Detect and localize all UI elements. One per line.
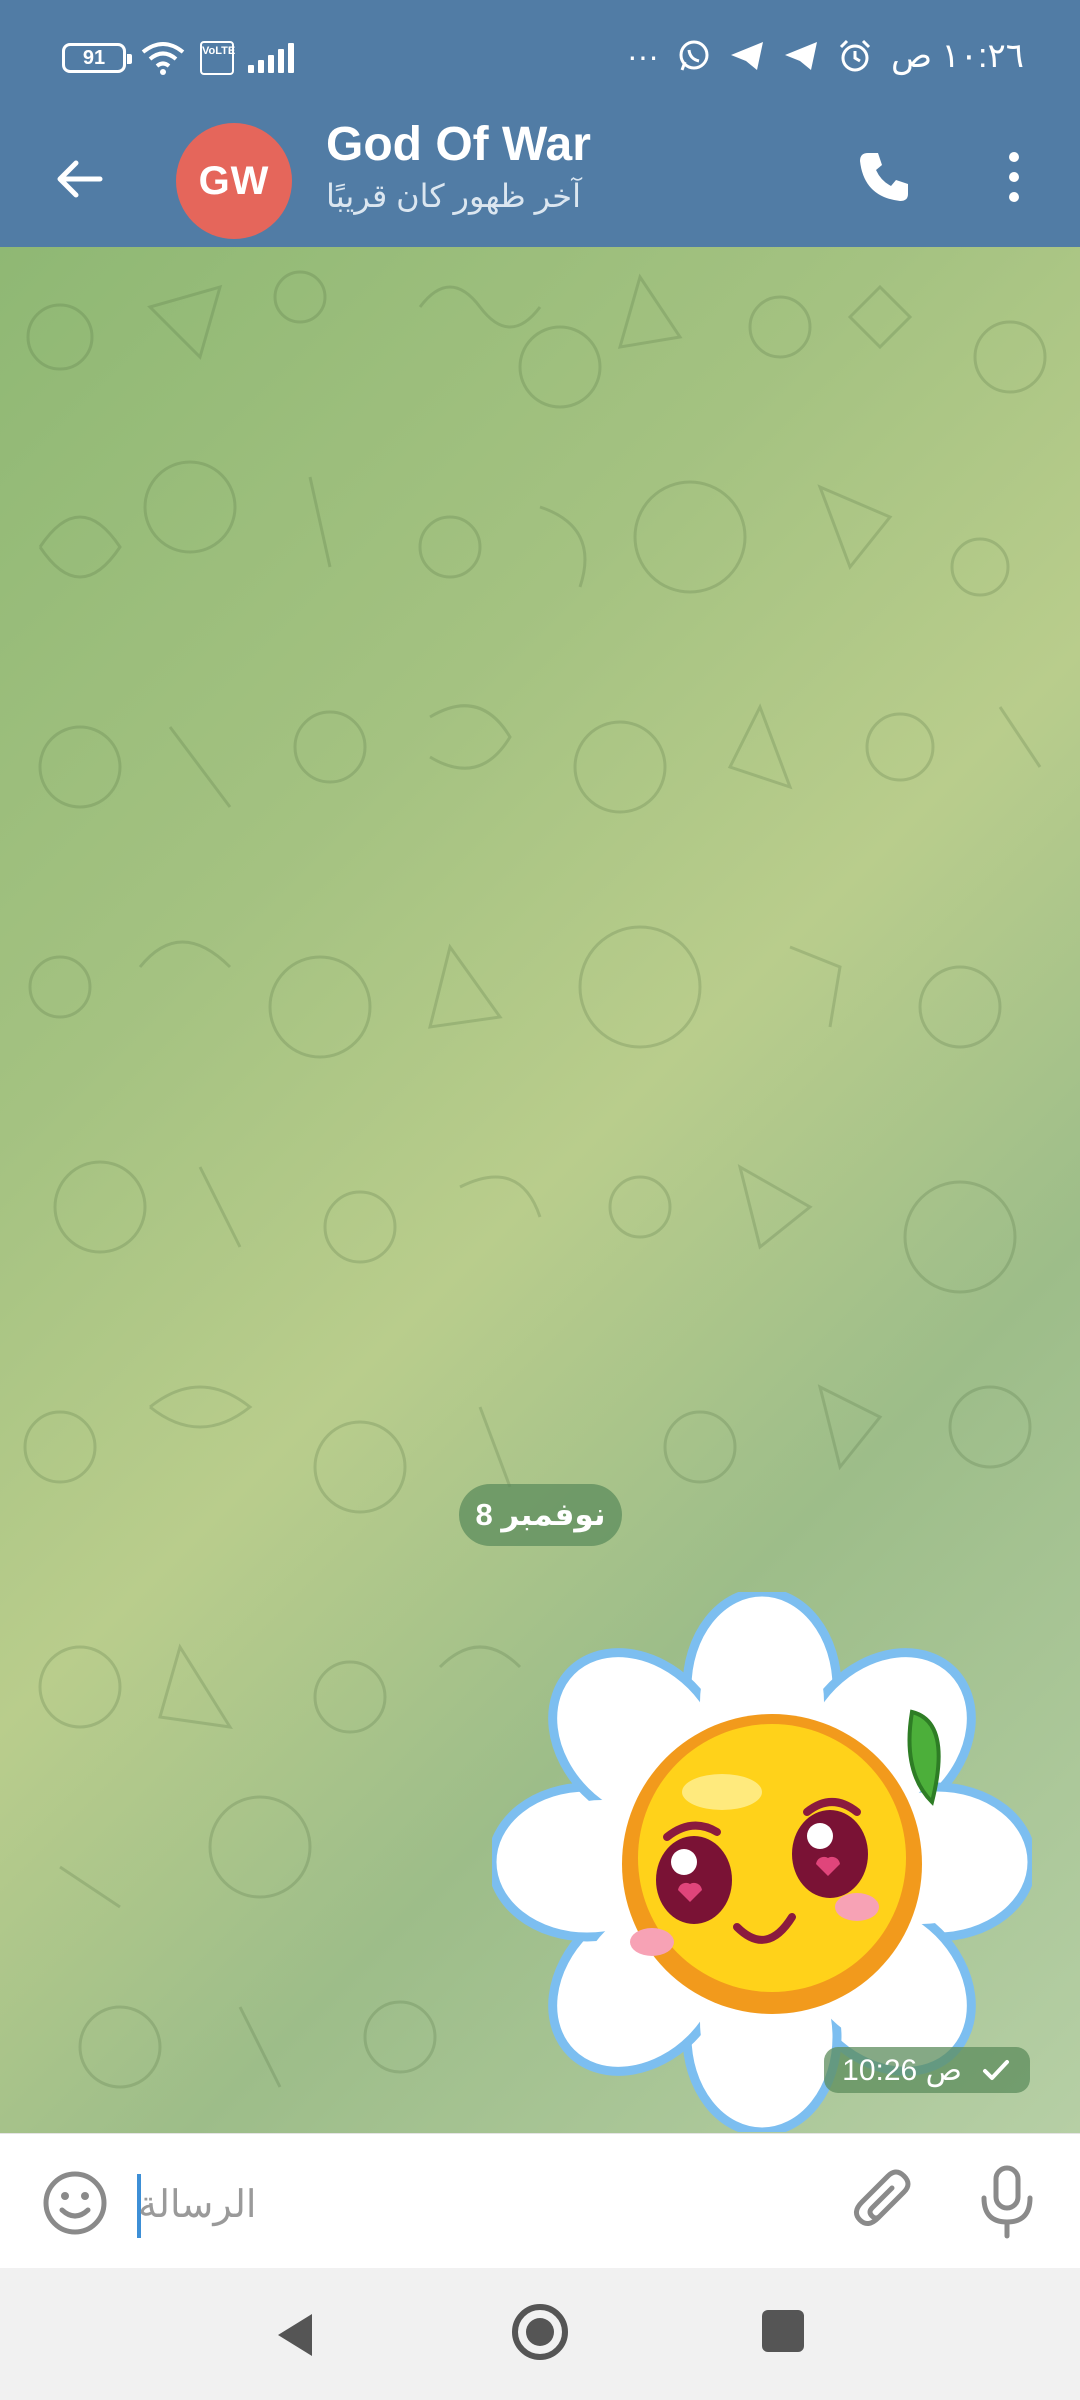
chat-area[interactable]: 8 نوفمبر 10:26 ص	[0, 247, 1080, 2133]
whatsapp-icon	[679, 40, 709, 71]
date-separator: 8 نوفمبر	[459, 1484, 622, 1546]
nav-back-icon[interactable]	[272, 2310, 320, 2360]
status-left-icons: 91 VoLTE	[62, 40, 294, 76]
avatar-initials: GW	[198, 158, 270, 203]
wifi-icon	[141, 42, 185, 75]
telegram-icon	[730, 42, 763, 70]
message-time: 10:26 ص	[842, 2053, 962, 2087]
status-time: ١٠:٢٦ ص	[890, 37, 1024, 75]
message-composer	[0, 2133, 1080, 2268]
emoji-icon[interactable]	[40, 2168, 110, 2238]
check-icon	[982, 2060, 1009, 2080]
network-label: VoLTE	[202, 45, 236, 57]
chat-title[interactable]: God Of War	[326, 117, 591, 172]
battery-level: 91	[82, 46, 106, 69]
chat-status: آخر ظهور كان قريبًا	[326, 178, 581, 214]
system-nav-bar	[0, 2268, 1080, 2400]
microphone-icon[interactable]	[972, 2164, 1042, 2240]
status-right-icons: ··· ١٠:٢٦ ص	[627, 36, 1024, 76]
battery-icon: 91	[62, 43, 132, 73]
more-vertical-icon[interactable]	[984, 141, 1044, 213]
more-notifications-icon: ···	[626, 37, 659, 74]
arrow-left-icon[interactable]	[44, 143, 116, 215]
avatar[interactable]: GW	[176, 123, 292, 239]
signal-icon	[248, 43, 294, 73]
phone-icon[interactable]	[848, 141, 920, 213]
nav-recents-icon[interactable]	[762, 2310, 804, 2352]
telegram-icon-2	[784, 42, 817, 70]
alarm-icon	[839, 39, 870, 72]
message-input[interactable]	[138, 2172, 758, 2238]
nav-home-icon[interactable]	[510, 2302, 570, 2362]
message-meta: 10:26 ص	[824, 2047, 1030, 2093]
date-separator-label: 8 نوفمبر	[475, 1497, 606, 1532]
volte-icon: VoLTE	[200, 41, 236, 75]
chat-header: GW God Of War آخر ظهور كان قريبًا	[0, 115, 1080, 247]
paperclip-icon[interactable]	[848, 2166, 918, 2238]
status-bar: 91 VoLTE ··· ١٠:٢٦ ص	[0, 0, 1080, 115]
